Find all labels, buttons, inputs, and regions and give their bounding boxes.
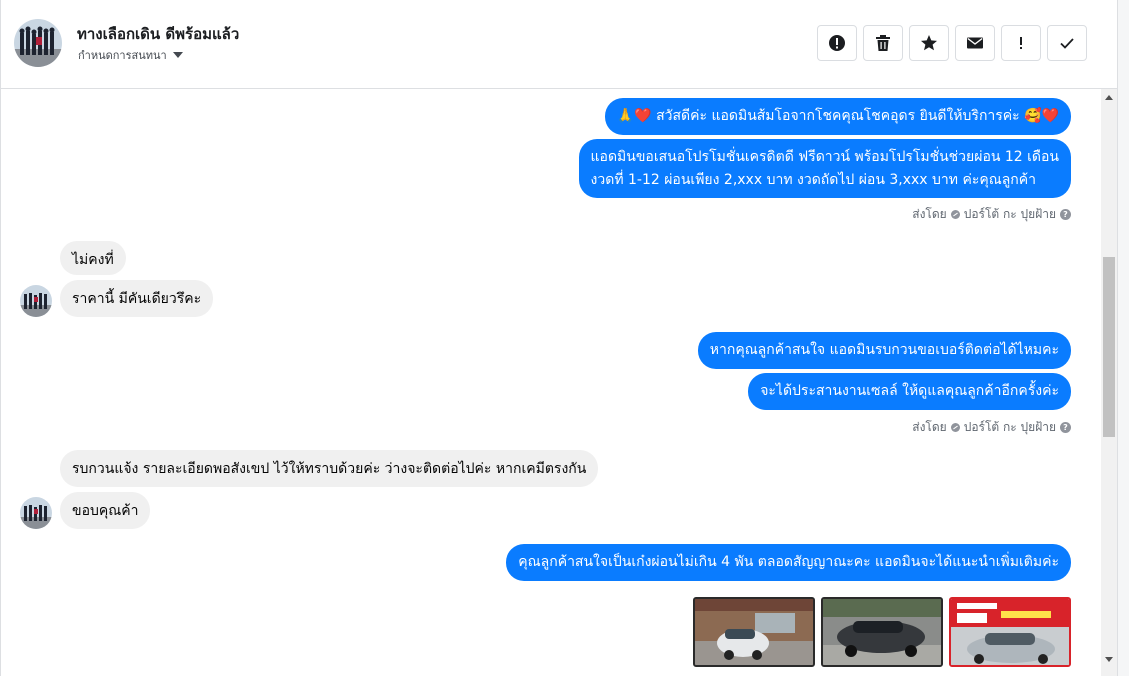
image-attachments bbox=[693, 597, 1071, 667]
car-photo-thumbnail[interactable] bbox=[693, 597, 815, 667]
trash-icon bbox=[876, 35, 890, 51]
outgoing-message: แอดมินขอเสนอโปรโมชั่นเครดิตดี ฟรีดาวน์ พ… bbox=[578, 139, 1071, 198]
scroll-up-arrow-icon[interactable] bbox=[1105, 95, 1113, 100]
sent-by-name: ปอร์โต้ กะ ปุยฝ้าย bbox=[963, 207, 1056, 221]
incoming-message: ราคานี้ มีคันเดียวรึคะ bbox=[60, 280, 214, 317]
outgoing-message: จะได้ประสานงานเซลล์ ให้ดูแลคุณลูกค้าอีกค… bbox=[748, 373, 1071, 410]
promo-car-thumbnail[interactable] bbox=[949, 597, 1071, 667]
sent-by-name: ปอร์โต้ กะ ปุยฝ้าย bbox=[963, 420, 1056, 434]
message-thread: 🙏❤️ สวัสดีค่ะ แอดมินส้มโอจากโชคคุณโชคอุด… bbox=[1, 89, 1101, 676]
mark-done-button[interactable] bbox=[1047, 25, 1087, 61]
conversation-title: ทางเลือกเดิน ดีพร้อมแล้ว bbox=[77, 25, 240, 43]
header-actions bbox=[817, 25, 1087, 61]
help-icon[interactable]: ? bbox=[1060, 422, 1071, 433]
scrollbar-thumb[interactable] bbox=[1103, 257, 1115, 437]
sent-by-label: ส่งโดย bbox=[912, 420, 947, 434]
thread-scrollbar[interactable] bbox=[1101, 89, 1117, 676]
contact-avatar-small[interactable] bbox=[20, 497, 52, 529]
assign-conversation-label: กำหนดการสนทนา bbox=[78, 49, 167, 62]
incoming-message: ไม่คงที่ bbox=[60, 241, 126, 275]
follow-up-button[interactable] bbox=[1001, 25, 1041, 61]
caret-down-icon bbox=[172, 52, 183, 58]
checkmark-icon bbox=[1060, 38, 1074, 49]
star-button[interactable] bbox=[909, 25, 949, 61]
scroll-down-arrow-icon[interactable] bbox=[1105, 657, 1113, 662]
message-line: แอดมินขอเสนอโปรโมชั่นเครดิตดี ฟรีดาวน์ พ… bbox=[590, 149, 1059, 165]
outgoing-message: คุณลูกค้าสนใจเป็นเก๋งผ่อนไม่เกิน 4 พัน ต… bbox=[506, 544, 1071, 581]
conversation-header: ทางเลือกเดิน ดีพร้อมแล้ว กำหนดการสนทนา bbox=[1, 0, 1117, 89]
mark-spam-button[interactable] bbox=[817, 25, 857, 61]
mark-unread-button[interactable] bbox=[955, 25, 995, 61]
verified-icon bbox=[950, 210, 960, 219]
contact-avatar[interactable] bbox=[14, 19, 62, 67]
assign-conversation-dropdown[interactable]: กำหนดการสนทนา bbox=[78, 46, 183, 64]
star-icon bbox=[921, 35, 937, 51]
help-icon[interactable]: ? bbox=[1060, 209, 1071, 220]
delete-button[interactable] bbox=[863, 25, 903, 61]
envelope-icon bbox=[967, 37, 983, 49]
exclamation-icon bbox=[1020, 37, 1022, 49]
verified-icon bbox=[950, 423, 960, 432]
contact-avatar-small[interactable] bbox=[20, 285, 52, 317]
incoming-message: ขอบคุณค้า bbox=[60, 492, 151, 529]
sent-by-label: ส่งโดย bbox=[912, 207, 947, 221]
message-line: งวดที่ 1-12 ผ่อนเพียง 2,xxx บาท งวดถัดไป… bbox=[590, 171, 1036, 188]
alert-circle-icon bbox=[829, 35, 845, 51]
car-photo-thumbnail[interactable] bbox=[821, 597, 943, 667]
sent-by-info: ส่งโดย ปอร์โต้ กะ ปุยฝ้าย ? bbox=[912, 205, 1071, 224]
outgoing-message: 🙏❤️ สวัสดีค่ะ แอดมินส้มโอจากโชคคุณโชคอุด… bbox=[604, 98, 1071, 135]
outgoing-message: หากคุณลูกค้าสนใจ แอดมินรบกวนขอเบอร์ติดต่… bbox=[697, 332, 1071, 369]
incoming-message: รบกวนแจ้ง รายละเอียดพอสังเขป ไว้ให้ทราบด… bbox=[60, 450, 599, 487]
sent-by-info: ส่งโดย ปอร์โต้ กะ ปุยฝ้าย ? bbox=[912, 418, 1071, 437]
